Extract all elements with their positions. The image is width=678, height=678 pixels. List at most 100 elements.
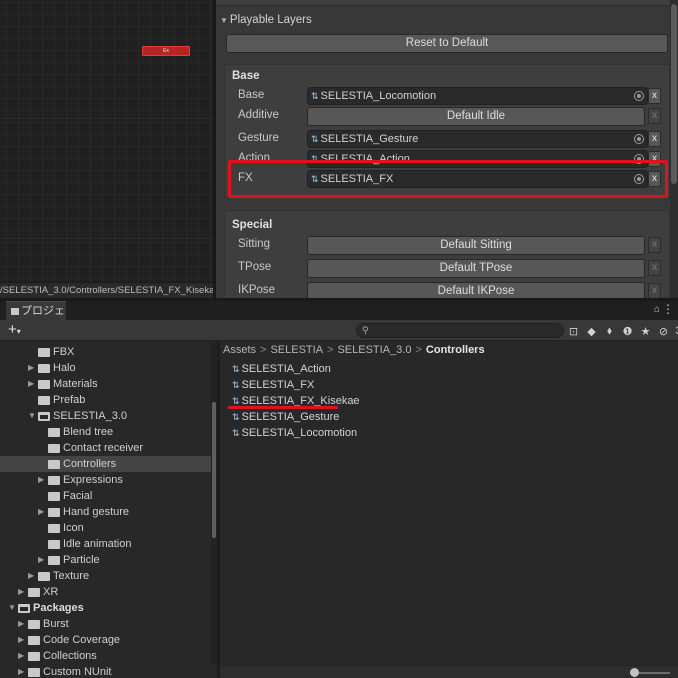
sitting-default-button[interactable]: Default Sitting — [307, 236, 645, 255]
tree-item[interactable]: ▶ Expressions — [0, 472, 211, 488]
sitting-row-label: Sitting — [238, 238, 270, 250]
lock-icon[interactable]: ⌂ — [654, 304, 660, 315]
additive-default-button[interactable]: Default Idle — [307, 107, 645, 126]
collapsed-arrow-icon[interactable]: ▶ — [28, 568, 36, 584]
search-input[interactable]: ⚲ — [356, 323, 564, 338]
tree-item[interactable]: Facial — [0, 488, 211, 504]
state-node[interactable]: Ex — [142, 46, 190, 56]
tree-item[interactable]: ▶ XR — [0, 584, 211, 600]
inspector-scrollbar[interactable] — [670, 0, 678, 298]
collapsed-arrow-icon[interactable]: ▶ — [18, 648, 26, 664]
tree-item[interactable]: Icon — [0, 520, 211, 536]
log-errors-icon[interactable]: ❶ — [620, 325, 635, 338]
playable-layers-foldout[interactable]: ▼ Playable Layers — [220, 14, 312, 26]
folder-icon — [38, 348, 50, 357]
scrollbar-thumb[interactable] — [671, 4, 677, 184]
expanded-arrow-icon[interactable]: ▼ — [28, 408, 36, 424]
breadcrumb-item[interactable]: SELESTIA_3.0 — [337, 344, 411, 356]
collapsed-arrow-icon[interactable]: ▶ — [28, 360, 36, 376]
animator-controller-icon: ⇅ — [232, 380, 240, 390]
tree-item-label: Particle — [63, 554, 100, 566]
file-item[interactable]: ⇅ SELESTIA_Locomotion — [232, 427, 357, 439]
collapsed-arrow-icon[interactable]: ▶ — [18, 616, 26, 632]
base-clear-button[interactable]: x — [648, 88, 661, 104]
tree-item[interactable]: Prefab — [0, 392, 211, 408]
tree-item[interactable]: ▼ Packages — [0, 600, 211, 616]
icon-size-slider-knob[interactable] — [630, 668, 639, 677]
file-item-label: SELESTIA_Gesture — [241, 411, 340, 423]
create-asset-button[interactable]: +▾ — [8, 321, 21, 338]
additive-row-label: Additive — [238, 109, 279, 121]
animator-controller-icon: ⇅ — [232, 364, 240, 374]
base-group-title: Base — [232, 70, 260, 82]
search-icon: ⚲ — [362, 325, 369, 335]
animator-controller-icon: ⇅ — [311, 134, 319, 144]
tree-item-label: Expressions — [63, 474, 123, 486]
ikpose-default-button[interactable]: Default IKPose — [307, 282, 645, 298]
tree-item-label: Icon — [63, 522, 84, 534]
inspector-top-edge — [216, 0, 670, 6]
folder-icon — [38, 396, 50, 405]
tree-item[interactable]: Blend tree — [0, 424, 211, 440]
tree-item[interactable]: ▶ Texture — [0, 568, 211, 584]
expanded-arrow-icon[interactable]: ▼ — [8, 600, 16, 616]
breadcrumb-item[interactable]: Assets — [223, 344, 256, 356]
tree-item[interactable]: ▶ Custom NUnit — [0, 664, 211, 678]
file-item[interactable]: ⇅ SELESTIA_FX — [232, 379, 314, 391]
tree-item-label: Texture — [53, 570, 90, 582]
base-controller-field[interactable]: ⇅ SELESTIA_Locomotion — [307, 87, 648, 105]
folder-icon — [28, 588, 40, 597]
hidden-packages-icon[interactable]: ⊘ — [656, 325, 671, 338]
project-toolbar: +▾ ⚲ ⊡ ◆ ⬧ ❶ ★ ⊘ 30 — [0, 320, 678, 341]
collapsed-arrow-icon[interactable]: ▶ — [38, 552, 46, 568]
project-filter-icons: ⊡ ◆ ⬧ ❶ ★ ⊘ 30 — [566, 323, 678, 339]
file-item[interactable]: ⇅ SELESTIA_Action — [232, 363, 331, 375]
kebab-menu-icon[interactable]: ⋮ — [662, 302, 674, 316]
object-picker-icon[interactable] — [634, 134, 644, 144]
favorite-star-icon[interactable]: ★ — [638, 325, 653, 338]
tree-item[interactable]: FBX — [0, 344, 211, 360]
tree-item[interactable]: ▶ Collections — [0, 648, 211, 664]
foldout-arrow-icon[interactable]: ▼ — [220, 16, 228, 25]
tree-item[interactable]: ▶ Halo — [0, 360, 211, 376]
folder-tree[interactable]: FBX ▶ Halo ▶ Materials Prefab ▼ SELESTIA_3.0 Ble… — [0, 342, 213, 678]
tree-item[interactable]: ▶ Hand gesture — [0, 504, 211, 520]
file-browser: Assets > SELESTIA > SELESTIA_3.0 > Controllers — [220, 342, 678, 678]
tree-item[interactable]: ▼ SELESTIA_3.0 — [0, 408, 211, 424]
additive-clear-button[interactable]: x — [648, 108, 661, 124]
gesture-controller-field[interactable]: ⇅ SELESTIA_Gesture — [307, 130, 648, 148]
sitting-clear-button[interactable]: x — [648, 237, 661, 253]
tpose-clear-button[interactable]: x — [648, 260, 661, 276]
reset-to-default-button[interactable]: Reset to Default — [226, 34, 668, 53]
search-by-type-icon[interactable]: ⊡ — [566, 325, 581, 338]
tree-item[interactable]: ▶ Particle — [0, 552, 211, 568]
collapsed-arrow-icon[interactable]: ▶ — [38, 504, 46, 520]
tree-scrollbar-thumb[interactable] — [212, 402, 216, 538]
tree-item[interactable]: Idle animation — [0, 536, 211, 552]
tree-item[interactable]: Controllers — [0, 456, 211, 472]
gesture-controller-value: SELESTIA_Gesture — [320, 133, 419, 145]
animator-graph-canvas[interactable]: Ex /SELESTIA_3.0/Controllers/SELESTIA_FX… — [0, 0, 213, 298]
collapsed-arrow-icon[interactable]: ▶ — [28, 376, 36, 392]
collapsed-arrow-icon[interactable]: ▶ — [38, 472, 46, 488]
tab-project[interactable]: プロジェクト — [6, 301, 66, 335]
file-item[interactable]: ⇅ SELESTIA_Gesture — [232, 411, 339, 423]
ikpose-clear-button[interactable]: x — [648, 283, 661, 298]
search-by-label-icon[interactable]: ◆ — [584, 325, 599, 338]
project-tab-bar: プロジェクト ⌂ ⋮ — [0, 301, 678, 335]
tree-item[interactable]: ▶ Burst — [0, 616, 211, 632]
collapsed-arrow-icon[interactable]: ▶ — [18, 664, 26, 678]
collapsed-arrow-icon[interactable]: ▶ — [18, 632, 26, 648]
breadcrumb-item[interactable]: SELESTIA — [270, 344, 323, 356]
breadcrumb-item[interactable]: Controllers — [426, 344, 485, 356]
folder-icon — [38, 380, 50, 389]
tree-item[interactable]: ▶ Code Coverage — [0, 632, 211, 648]
collapsed-arrow-icon[interactable]: ▶ — [18, 584, 26, 600]
tree-item[interactable]: Contact receiver — [0, 440, 211, 456]
object-picker-icon[interactable] — [634, 91, 644, 101]
tree-item[interactable]: ▶ Materials — [0, 376, 211, 392]
gesture-clear-button[interactable]: x — [648, 131, 661, 147]
folder-icon — [28, 668, 40, 677]
tag-icon[interactable]: ⬧ — [602, 325, 617, 338]
tpose-default-button[interactable]: Default TPose — [307, 259, 645, 278]
